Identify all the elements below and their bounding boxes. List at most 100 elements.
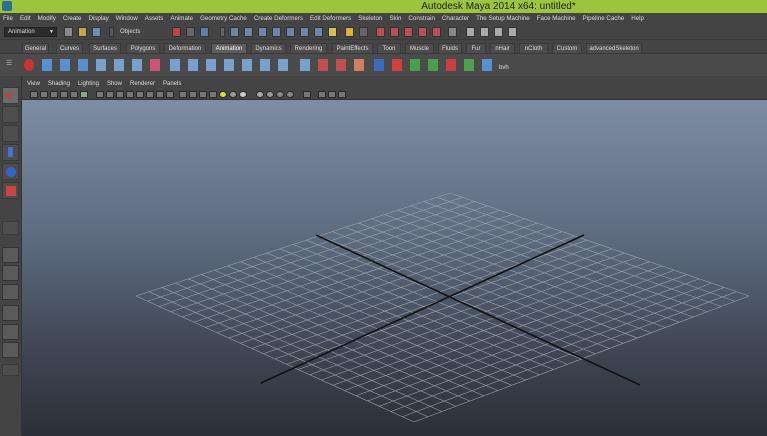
select-character-icon[interactable]: [316, 57, 330, 73]
menu-edit-deformers[interactable]: Edit Deformers: [310, 15, 351, 22]
bind-skin-icon[interactable]: [130, 57, 144, 73]
panel-menu-panels[interactable]: Panels: [163, 81, 181, 87]
menu-skeleton[interactable]: Skeleton: [358, 15, 382, 22]
shelf-tab-ncloth[interactable]: nCloth: [519, 43, 548, 53]
ipr-render-icon[interactable]: [494, 27, 503, 37]
shelf-tab-toon[interactable]: Toon: [377, 43, 401, 53]
menu-set-dropdown[interactable]: Animation ▼: [4, 27, 57, 37]
camera-select-icon[interactable]: [30, 91, 38, 98]
bvh-import-icon[interactable]: bvh: [498, 57, 514, 73]
ik-spline-icon[interactable]: [58, 57, 72, 73]
select-deformations-icon[interactable]: [286, 27, 295, 37]
menu-character[interactable]: Character: [442, 15, 469, 22]
select-curves-icon[interactable]: [258, 27, 267, 37]
bookmark-icon[interactable]: [50, 91, 58, 98]
shelf-tab-nhair[interactable]: nHair: [490, 43, 515, 53]
shelf-tab-dynamics[interactable]: Dynamics: [251, 43, 286, 53]
perspective-viewport[interactable]: [22, 100, 767, 436]
snap-to-curve-icon[interactable]: [390, 27, 399, 37]
camera-attributes-icon[interactable]: [40, 91, 48, 98]
panel-menu-view[interactable]: View: [27, 81, 40, 87]
menu-create-deformers[interactable]: Create Deformers: [254, 15, 303, 22]
render-view-icon[interactable]: [466, 27, 475, 37]
point-constraint-icon[interactable]: [168, 57, 182, 73]
use-all-lights-icon[interactable]: [219, 91, 227, 98]
depth-of-field-icon[interactable]: [276, 91, 284, 98]
grease-pencil-icon[interactable]: [80, 91, 88, 98]
scale-tool-icon[interactable]: [2, 182, 19, 199]
shelf-tab-deformation[interactable]: Deformation: [164, 43, 206, 53]
shelf-tab-animation[interactable]: Animation: [211, 43, 247, 53]
wireframe-on-shaded-icon[interactable]: [199, 91, 207, 98]
menu-face-machine[interactable]: Face Machine: [537, 15, 576, 22]
panel-menu-renderer[interactable]: Renderer: [130, 81, 155, 87]
shelf-tab-muscle[interactable]: Muscle: [405, 43, 434, 53]
snap-to-view-plane-icon[interactable]: [418, 27, 427, 37]
menu-setup-machine[interactable]: The Setup Machine: [476, 15, 530, 22]
backface-culling-icon[interactable]: [318, 91, 326, 98]
isolate-select-icon[interactable]: [166, 91, 174, 98]
parent-constraint-icon[interactable]: [240, 57, 254, 73]
motion-path-icon[interactable]: [444, 57, 458, 73]
shelf-tab-painteffects[interactable]: PaintEffects: [332, 43, 373, 53]
anti-aliasing-icon[interactable]: [266, 91, 274, 98]
paint-select-tool-icon[interactable]: [2, 125, 19, 142]
panel-menu-shading[interactable]: Shading: [48, 81, 70, 87]
film-gate-icon[interactable]: [106, 91, 114, 98]
shelf-tab-general[interactable]: General: [22, 43, 49, 53]
select-joints-icon[interactable]: [244, 27, 253, 37]
menu-create[interactable]: Create: [63, 15, 82, 22]
resolution-gate-icon[interactable]: [116, 91, 124, 98]
select-surfaces-icon[interactable]: [272, 27, 281, 37]
menu-file[interactable]: File: [3, 15, 13, 22]
highlight-selection-icon[interactable]: [359, 27, 368, 37]
textured-icon[interactable]: [209, 91, 217, 98]
scale-constraint-icon[interactable]: [222, 57, 236, 73]
paint-skin-icon[interactable]: [390, 57, 404, 73]
ambient-occlusion-icon[interactable]: [239, 91, 247, 98]
select-dynamics-icon[interactable]: [300, 27, 309, 37]
show-manipulator-icon[interactable]: [2, 221, 19, 235]
cluster-icon[interactable]: [426, 57, 440, 73]
select-component-icon[interactable]: [200, 27, 209, 37]
orient-constraint-icon[interactable]: [204, 57, 218, 73]
layout-single-perspective-icon[interactable]: [2, 247, 19, 263]
shelf-tab-polygons[interactable]: Polygons: [126, 43, 160, 53]
render-current-frame-icon[interactable]: [480, 27, 489, 37]
layout-hypershade-icon[interactable]: [2, 324, 19, 340]
blend-shape-icon[interactable]: [352, 57, 366, 73]
rotate-tool-icon[interactable]: [2, 163, 19, 180]
rotate-joint-icon[interactable]: [148, 57, 162, 73]
toolbox-expand-icon[interactable]: [2, 364, 19, 376]
safe-title-icon[interactable]: [156, 91, 164, 98]
make-live-icon[interactable]: [432, 27, 441, 37]
shelf-tab-surfaces[interactable]: Surfaces: [89, 43, 121, 53]
shelf-tab-curves[interactable]: Curves: [56, 43, 83, 53]
two-d-pan-zoom-icon[interactable]: [70, 91, 78, 98]
field-chart-icon[interactable]: [136, 91, 144, 98]
viewport-settings-icon[interactable]: [338, 91, 346, 98]
hik-icon[interactable]: [462, 57, 476, 73]
aim-constraint-icon[interactable]: [186, 57, 200, 73]
grid-icon[interactable]: [96, 91, 104, 98]
menu-skin[interactable]: Skin: [389, 15, 401, 22]
shelf-tab-custom[interactable]: Custom: [552, 43, 582, 53]
wireframe-icon[interactable]: [179, 91, 187, 98]
menu-help[interactable]: Help: [631, 15, 644, 22]
joint-tool-icon[interactable]: [76, 57, 90, 73]
menu-window[interactable]: Window: [116, 15, 138, 22]
geometry-constraint-icon[interactable]: [276, 57, 290, 73]
add-to-character-icon[interactable]: [334, 57, 348, 73]
snap-to-point-icon[interactable]: [404, 27, 413, 37]
layout-persp-graph-icon[interactable]: [2, 305, 19, 321]
motion-blur-icon[interactable]: [256, 91, 264, 98]
shelf-tab-rendering[interactable]: Rendering: [290, 43, 327, 53]
set-key-icon[interactable]: [22, 57, 36, 73]
ik-handle-icon[interactable]: [40, 57, 54, 73]
paint-weights-icon[interactable]: [372, 57, 386, 73]
open-scene-icon[interactable]: [78, 27, 87, 37]
snap-to-grid-icon[interactable]: [376, 27, 385, 37]
locator-icon[interactable]: [408, 57, 422, 73]
select-tool-icon[interactable]: [2, 87, 19, 104]
image-plane-icon[interactable]: [60, 91, 68, 98]
